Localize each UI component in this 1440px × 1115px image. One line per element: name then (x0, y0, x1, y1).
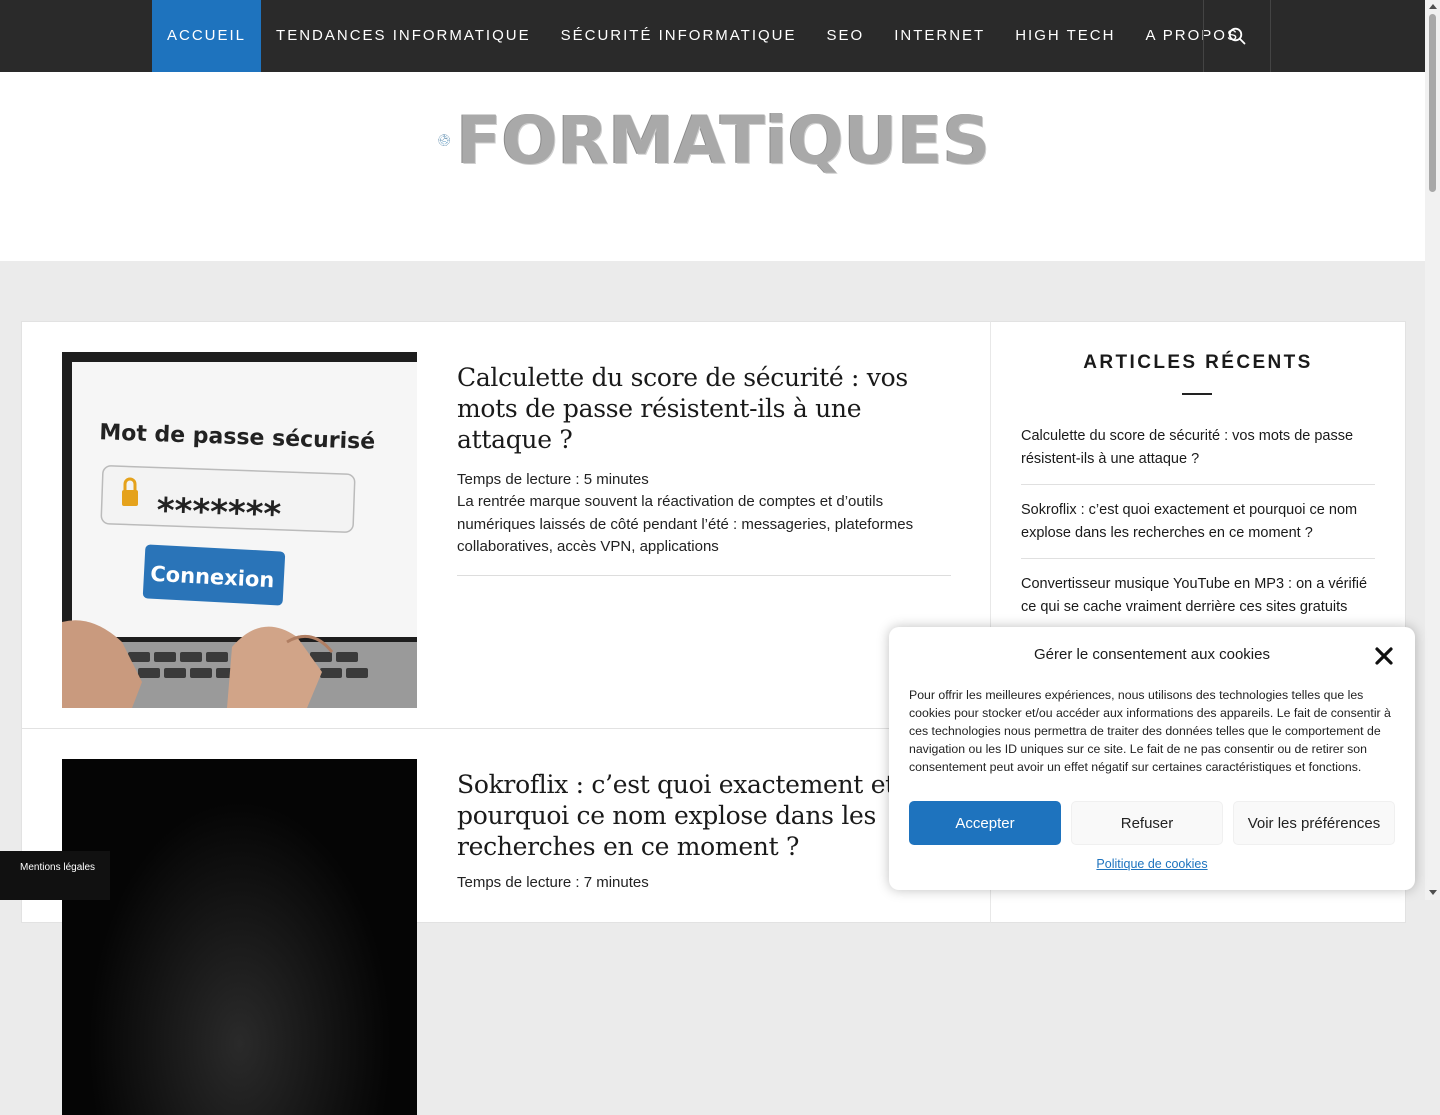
nav-item-internet[interactable]: INTERNET (879, 0, 1000, 72)
refuse-cookies-button[interactable]: Refuser (1071, 801, 1223, 845)
cookie-description: Pour offrir les meilleures expériences, … (909, 688, 1391, 774)
nav-item-tendances-informatique[interactable]: TENDANCES INFORMATIQUE (261, 0, 546, 72)
cookie-policy-link[interactable]: Politique de cookies (889, 857, 1415, 871)
post-body: Sokroflix : c’est quoi exactement et pou… (457, 769, 951, 894)
post-read-time: Temps de lecture : 5 minutes (457, 471, 649, 488)
cookie-dialog-title: Gérer le consentement aux cookies (1034, 646, 1270, 663)
search-icon (1228, 27, 1246, 45)
scrollbar-thumb[interactable] (1429, 14, 1436, 192)
close-icon (1375, 647, 1393, 665)
logo-text: FORMATiQUES (456, 101, 990, 179)
cookie-close-button[interactable] (1372, 644, 1396, 668)
nav-menu: ACCUEIL TENDANCES INFORMATIQUE SÉCURITÉ … (152, 0, 1254, 72)
post-title[interactable]: Calculette du score de sécurité : vos mo… (457, 362, 951, 455)
post-thumbnail[interactable] (62, 759, 417, 1115)
post-body: Calculette du score de sécurité : vos mo… (457, 362, 951, 576)
main-navigation: ACCUEIL TENDANCES INFORMATIQUE SÉCURITÉ … (0, 0, 1425, 72)
recent-articles-list: Calculette du score de sécurité : vos mo… (1021, 425, 1375, 647)
recent-article-link[interactable]: Convertisseur musique YouTube en MP3 : o… (1021, 573, 1375, 633)
post-list: Mot de passe sécurisé ******* Connexion … (21, 321, 992, 1115)
scroll-up-arrow-icon[interactable] (1429, 4, 1437, 9)
post-excerpt: La rentrée marque souvent la réactivatio… (457, 493, 914, 555)
nav-item-accueil[interactable]: ACCUEIL (152, 0, 262, 72)
nav-item-securite-informatique[interactable]: SÉCURITÉ INFORMATIQUE (546, 0, 812, 72)
cookie-preferences-button[interactable]: Voir les préférences (1233, 801, 1395, 845)
recent-article-link[interactable]: Sokroflix : c’est quoi exactement et pou… (1021, 499, 1375, 559)
post-thumbnail[interactable]: Mot de passe sécurisé ******* Connexion (62, 352, 417, 708)
laptop-password-image: Mot de passe sécurisé ******* Connexion (62, 352, 417, 708)
cookie-consent-dialog: Gérer le consentement aux cookies Pour o… (889, 627, 1415, 890)
site-logo[interactable]: FORMATiQUES (438, 100, 990, 180)
post-card: Mot de passe sécurisé ******* Connexion … (22, 352, 991, 728)
title-underline (1182, 393, 1212, 395)
post-divider (457, 574, 951, 576)
accept-cookies-button[interactable]: Accepter (909, 801, 1061, 845)
recent-articles-title: ARTICLES RÉCENTS (1083, 352, 1313, 373)
post-title[interactable]: Sokroflix : c’est quoi exactement et pou… (457, 769, 951, 862)
image-password-mask: ******* (156, 491, 282, 535)
post-read-time: Temps de lecture : 7 minutes (457, 874, 649, 891)
scroll-down-arrow-icon[interactable] (1429, 890, 1437, 895)
circuit-globe-icon (438, 134, 450, 146)
nav-item-high-tech[interactable]: HIGH TECH (1000, 0, 1130, 72)
nav-item-seo[interactable]: SEO (812, 0, 880, 72)
post-row-divider (22, 728, 991, 729)
search-button[interactable] (1203, 0, 1271, 72)
recent-article-link[interactable]: Calculette du score de sécurité : vos mo… (1021, 425, 1375, 485)
post-card: Sokroflix : c’est quoi exactement et pou… (22, 759, 991, 1115)
mentions-legales-link[interactable]: Mentions légales (0, 851, 110, 900)
site-header: FORMATiQUES (0, 72, 1425, 261)
page-scrollbar[interactable] (1425, 0, 1440, 900)
